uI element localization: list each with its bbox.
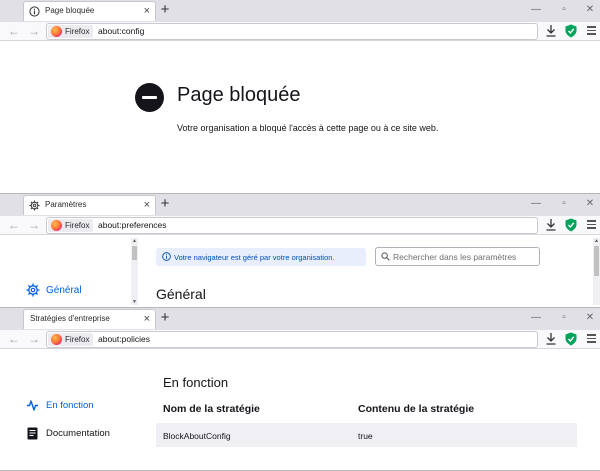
browser-window-blocked: Page bloquée × + — ▫ ✕ ← → Firefox about…: [0, 0, 600, 194]
close-window-icon[interactable]: ✕: [583, 197, 597, 211]
blocked-description: Votre organisation a bloqué l'accès à ce…: [177, 123, 439, 133]
browser-window-policies: Stratégies d'entreprise × + — ▫ ✕ ← → Fi…: [0, 308, 600, 471]
tab-strip: Paramètres × + — ▫ ✕: [0, 194, 600, 216]
page-title: En fonction: [163, 375, 229, 390]
close-window-icon[interactable]: ✕: [583, 3, 597, 17]
new-tab-button[interactable]: +: [158, 1, 172, 19]
tab-policies[interactable]: Stratégies d'entreprise ×: [23, 309, 156, 329]
sidebar-item-label: En fonction: [46, 400, 94, 411]
url-text: about:config: [98, 26, 145, 36]
tab-title: Page bloquée: [45, 6, 95, 15]
search-placeholder: Rechercher dans les paramètres: [393, 252, 517, 262]
blocked-icon: [135, 83, 164, 112]
url-text: about:policies: [98, 334, 150, 344]
forward-arrow-icon[interactable]: →: [28, 331, 40, 347]
nav-bar: ← → Firefox about:config: [0, 22, 600, 41]
scroll-up-arrow-icon[interactable]: ▲: [593, 238, 600, 244]
minimize-icon[interactable]: —: [529, 197, 543, 211]
back-arrow-icon[interactable]: ←: [8, 331, 20, 347]
shield-extension-icon[interactable]: [565, 332, 577, 346]
maximize-icon[interactable]: ▫: [557, 311, 571, 325]
identity-label: Firefox: [65, 335, 90, 344]
search-icon: [381, 252, 390, 261]
url-bar[interactable]: Firefox about:preferences: [46, 217, 538, 234]
url-text: about:preferences: [98, 220, 167, 230]
forward-arrow-icon[interactable]: →: [28, 23, 40, 39]
shield-extension-icon[interactable]: [565, 218, 577, 232]
shield-extension-icon[interactable]: [565, 24, 577, 38]
close-tab-icon[interactable]: ×: [144, 313, 150, 325]
tab-strip: Page bloquée × + — ▫ ✕: [0, 0, 600, 22]
scrollbar-thumb[interactable]: [594, 246, 599, 276]
firefox-logo-icon: [51, 334, 62, 345]
page-title: Général: [156, 286, 206, 302]
nav-bar: ← → Firefox about:policies: [0, 330, 600, 349]
close-window-icon[interactable]: ✕: [583, 311, 597, 325]
main-scrollbar[interactable]: ▲: [593, 238, 600, 305]
maximize-icon[interactable]: ▫: [557, 3, 571, 17]
page-title: Page bloquée: [177, 84, 301, 106]
firefox-logo-icon: [51, 220, 62, 231]
search-input[interactable]: Rechercher dans les paramètres: [375, 247, 540, 266]
policy-name-cell: BlockAboutConfig: [163, 431, 231, 441]
hamburger-menu-icon[interactable]: [587, 220, 596, 230]
column-header-policy-name: Nom de la stratégie: [163, 403, 260, 415]
minimize-icon[interactable]: —: [529, 3, 543, 17]
document-icon: [27, 427, 38, 440]
browser-window-preferences: Paramètres × + — ▫ ✕ ← → Firefox about:p…: [0, 194, 600, 308]
policy-notice-text: Votre navigateur est géré par votre orga…: [174, 253, 335, 262]
url-bar[interactable]: Firefox about:policies: [46, 331, 538, 348]
back-arrow-icon[interactable]: ←: [8, 217, 20, 233]
policy-value-cell: true: [358, 431, 373, 441]
back-arrow-icon[interactable]: ←: [8, 23, 20, 39]
download-icon[interactable]: [546, 219, 556, 231]
scrollbar-thumb[interactable]: [132, 246, 137, 260]
column-header-policy-content: Contenu de la stratégie: [358, 403, 475, 415]
gear-icon: [26, 283, 40, 297]
table-row: BlockAboutConfig true: [156, 423, 577, 447]
forward-arrow-icon[interactable]: →: [28, 217, 40, 233]
scroll-up-arrow-icon[interactable]: ▲: [131, 238, 138, 244]
download-icon[interactable]: [546, 333, 556, 345]
sidebar-item-label: Général: [46, 285, 82, 296]
tab-title: Paramètres: [45, 200, 87, 209]
hamburger-menu-icon[interactable]: [587, 26, 596, 36]
sidebar-scrollbar[interactable]: ▲ ▼: [131, 238, 138, 305]
hamburger-menu-icon[interactable]: [587, 334, 596, 344]
firefox-logo-icon: [51, 26, 62, 37]
download-icon[interactable]: [546, 25, 556, 37]
info-icon: [29, 6, 40, 17]
tab-blocked-page[interactable]: Page bloquée ×: [23, 1, 156, 21]
identity-box[interactable]: Firefox: [48, 333, 94, 346]
close-tab-icon[interactable]: ×: [144, 5, 150, 17]
scroll-down-arrow-icon[interactable]: ▼: [131, 299, 138, 305]
url-bar[interactable]: Firefox about:config: [46, 23, 538, 40]
maximize-icon[interactable]: ▫: [557, 197, 571, 211]
identity-box[interactable]: Firefox: [48, 219, 94, 232]
gear-icon: [29, 200, 40, 211]
tab-preferences[interactable]: Paramètres ×: [23, 195, 156, 215]
info-icon: [162, 252, 171, 261]
sidebar-item-label: Documentation: [46, 428, 110, 439]
tab-strip: Stratégies d'entreprise × + — ▫ ✕: [0, 308, 600, 330]
new-tab-button[interactable]: +: [158, 309, 172, 327]
identity-box[interactable]: Firefox: [48, 25, 94, 38]
close-tab-icon[interactable]: ×: [144, 199, 150, 211]
tab-title: Stratégies d'entreprise: [30, 314, 110, 323]
new-tab-button[interactable]: +: [158, 195, 172, 213]
policy-notice[interactable]: Votre navigateur est géré par votre orga…: [156, 248, 366, 266]
minimize-icon[interactable]: —: [529, 311, 543, 325]
identity-label: Firefox: [65, 27, 90, 36]
active-policies-icon: [27, 400, 38, 411]
identity-label: Firefox: [65, 221, 90, 230]
nav-bar: ← → Firefox about:preferences: [0, 216, 600, 235]
